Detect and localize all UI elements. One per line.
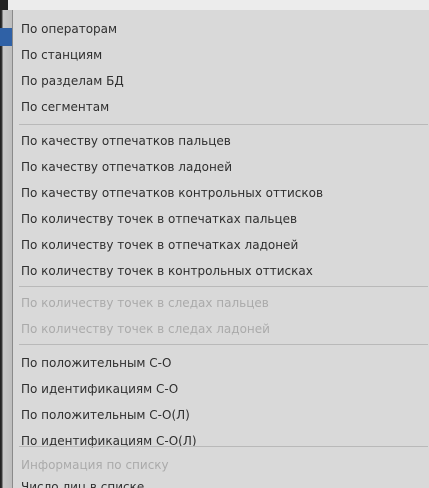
- menu-separator: [19, 446, 428, 447]
- menu-item-by-stations[interactable]: По станциям: [21, 42, 102, 68]
- menu-item-control-impression-quality[interactable]: По качеству отпечатков контрольных оттис…: [21, 180, 323, 206]
- top-left-window-shadow: [0, 0, 8, 10]
- menu-item-palm-print-quality[interactable]: По качеству отпечатков ладоней: [21, 154, 232, 180]
- menu-item-list-person-count[interactable]: Число лиц в списке: [21, 474, 144, 488]
- background-window-edge: [0, 10, 12, 488]
- menu-item-positive-c-o[interactable]: По положительным С-О: [21, 350, 171, 376]
- menu-item-finger-print-points[interactable]: По количеству точек в отпечатках пальцев: [21, 206, 297, 232]
- menu-separator: [19, 286, 428, 287]
- menu-item-by-operators[interactable]: По операторам: [21, 16, 117, 42]
- menu-item-palm-print-points[interactable]: По количеству точек в отпечатках ладоней: [21, 232, 298, 258]
- menu-item-identifications-c-o-l[interactable]: По идентификациям С-О(Л): [21, 428, 197, 454]
- screen: По операторам По станциям По разделам БД…: [0, 0, 429, 488]
- menu-separator: [19, 344, 428, 345]
- menu-item-finger-trace-points: По количеству точек в следах пальцев: [21, 296, 269, 310]
- menu-item-finger-print-quality[interactable]: По качеству отпечатков пальцев: [21, 128, 231, 154]
- menu-item-identifications-c-o[interactable]: По идентификациям С-О: [21, 376, 178, 402]
- menu-item-positive-c-o-l[interactable]: По положительным С-О(Л): [21, 402, 190, 428]
- menu-item-palm-trace-points: По количеству точек в следах ладоней: [21, 322, 270, 336]
- menu-item-control-impression-points[interactable]: По количеству точек в контрольных оттиск…: [21, 258, 313, 284]
- menu-item-by-segments[interactable]: По сегментам: [21, 94, 109, 120]
- statistics-context-menu: По операторам По станциям По разделам БД…: [12, 10, 429, 488]
- menu-item-by-database-sections[interactable]: По разделам БД: [21, 68, 124, 94]
- menu-separator: [19, 124, 428, 125]
